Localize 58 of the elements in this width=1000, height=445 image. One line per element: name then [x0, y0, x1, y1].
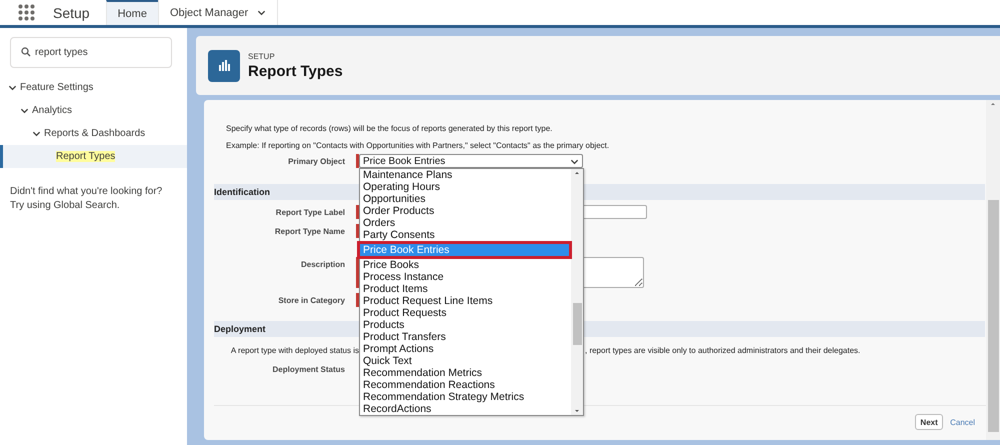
- field-label: Report Type Label: [276, 208, 345, 217]
- chevron-icon[interactable]: [8, 83, 17, 92]
- help-text: Try using Global Search.: [10, 199, 121, 213]
- dropdown-option[interactable]: Product Items: [360, 283, 571, 295]
- dropdown-option[interactable]: Maintenance Plans: [360, 169, 571, 181]
- field-label: Deployment Status: [272, 365, 345, 374]
- tree-item-label: Report Types: [56, 151, 116, 162]
- page-eyebrow: SETUP: [248, 52, 276, 60]
- scrollbar-thumb[interactable]: [572, 303, 582, 345]
- chevron-down-icon[interactable]: [570, 156, 579, 166]
- field-label: Report Type Name: [274, 227, 345, 236]
- dropdown-option[interactable]: Recommendation Metrics: [360, 367, 571, 379]
- cancel-link[interactable]: Cancel: [950, 418, 975, 426]
- help-text: Didn't find what you're looking for?: [10, 185, 164, 199]
- dropdown-option[interactable]: Product Request Line Items: [360, 295, 571, 307]
- scrollbar-thumb[interactable]: [988, 200, 998, 432]
- chevron-icon[interactable]: [32, 129, 41, 138]
- field-label: Description: [300, 260, 345, 269]
- dropdown-option[interactable]: Process Instance: [360, 271, 571, 283]
- description-text: , report types are visible only to authorized administrators and their delegates.: [585, 346, 860, 354]
- tree-item-label: Reports & Dashboards: [44, 128, 146, 139]
- dropdown-option[interactable]: Prompt Actions: [360, 343, 571, 355]
- report-chart-icon: [208, 50, 240, 82]
- scrollbar[interactable]: [571, 169, 583, 415]
- dropdown-option[interactable]: Party Consents: [360, 229, 571, 241]
- tree-item-label: Feature Settings: [20, 82, 94, 93]
- chevron-icon[interactable]: [20, 106, 29, 115]
- tree-item[interactable]: Analytics: [0, 99, 187, 122]
- dropdown-option[interactable]: Orders: [360, 217, 571, 229]
- description-text: A report type with deployed status is: [230, 346, 359, 354]
- app-title: Setup: [53, 4, 90, 23]
- dropdown-option[interactable]: Quick Text: [360, 355, 571, 367]
- search-field[interactable]: report types: [10, 37, 172, 68]
- page-title: Report Types: [248, 62, 343, 80]
- nav-tab[interactable]: Home: [106, 0, 158, 25]
- field-label: Store in Category: [278, 296, 345, 305]
- dropdown-option[interactable]: Price Books: [360, 259, 571, 271]
- dropdown-option[interactable]: Recommendation Strategy Metrics: [360, 391, 571, 403]
- scrollbar[interactable]: [986, 100, 1000, 440]
- dropdown-option[interactable]: Product Requests: [360, 307, 571, 319]
- next-button[interactable]: Next: [915, 414, 944, 430]
- intro-text: Example: If reporting on "Contacts with Opportunities with Partners," select "Contacts" as the primary object.: [226, 140, 610, 152]
- nav-tab[interactable]: Object Manager: [158, 0, 278, 25]
- intro-text: Specify what type of records (rows) will be the focus of reports generated by this report type.: [226, 123, 554, 135]
- dropdown-option[interactable]: Recommendation Reactions: [360, 379, 571, 391]
- tree-item[interactable]: Reports & Dashboards: [0, 122, 187, 145]
- tree-item[interactable]: Report Types: [0, 145, 187, 168]
- chevron-down-icon[interactable]: [257, 8, 266, 17]
- dropdown-option[interactable]: Operating Hours: [360, 181, 571, 193]
- select-field[interactable]: Price Book Entries: [359, 154, 583, 168]
- dropdown-option[interactable]: RecordActions: [360, 403, 571, 415]
- dropdown-option[interactable]: Products: [360, 319, 571, 331]
- search-icon: [21, 47, 31, 57]
- dropdown-option[interactable]: Order Products: [360, 205, 571, 217]
- tree-item[interactable]: Feature Settings: [0, 76, 187, 99]
- app-launcher-icon[interactable]: [18, 4, 35, 21]
- field-label: Primary Object: [288, 157, 345, 166]
- tree-item-label: Analytics: [32, 105, 72, 116]
